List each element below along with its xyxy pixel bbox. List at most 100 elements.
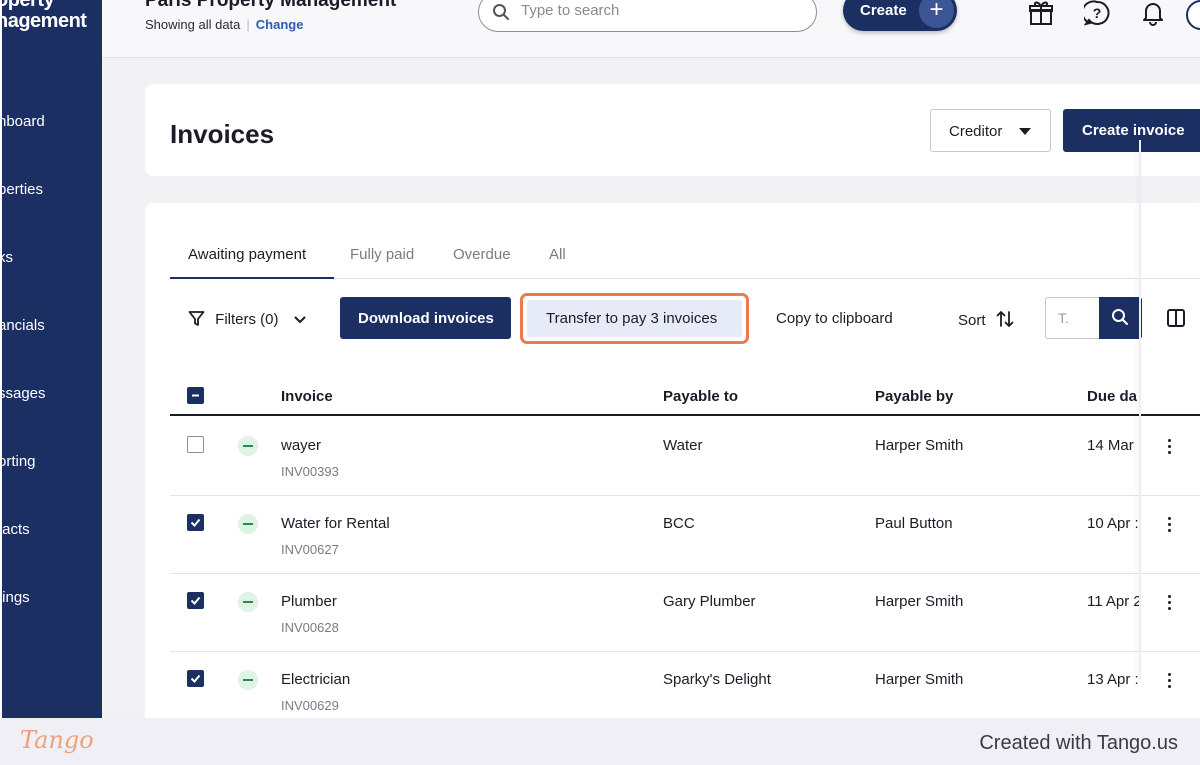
table-row[interactable]: wayer INV00393 Water Harper Smith 14 Mar [170, 418, 1200, 496]
global-search[interactable] [478, 0, 817, 32]
sidebar-item-dashboard[interactable]: hboard [2, 113, 45, 130]
table-row[interactable]: Water for Rental INV00627 BCC Paul Butto… [170, 496, 1200, 574]
payable-to: Water [663, 437, 703, 454]
active-tab-indicator [170, 277, 334, 279]
columns-icon[interactable] [1166, 308, 1186, 328]
main-area: Paris Property Management Showing all da… [102, 0, 1200, 718]
avatar[interactable] [1186, 0, 1200, 30]
tab-fully-paid[interactable]: Fully paid [350, 246, 414, 263]
copy-to-clipboard-button[interactable]: Copy to clipboard [776, 310, 893, 327]
due-date: 13 Apr : [1087, 671, 1139, 688]
page-title: Invoices [170, 119, 275, 149]
chevron-down-icon [294, 316, 306, 324]
select-all-checkbox[interactable] [187, 387, 204, 404]
transfer-label: Transfer to pay 3 invoices [546, 310, 718, 327]
change-link[interactable]: Change [256, 17, 304, 32]
status-icon [238, 592, 258, 612]
sort-icon [996, 311, 1014, 327]
sidebar: operty nagement hboard perties ks ancial… [2, 0, 102, 718]
invoice-id: INV00627 [281, 542, 339, 557]
sidebar-item-messages[interactable]: ssages [2, 385, 46, 402]
invoice-name[interactable]: Plumber [281, 593, 337, 610]
svg-text:?: ? [1093, 5, 1102, 21]
due-date: 11 Apr 2 [1087, 593, 1142, 610]
payable-by: Harper Smith [875, 437, 964, 454]
showing-text: Showing all data [145, 17, 241, 32]
transfer-to-pay-button[interactable]: Transfer to pay 3 invoices [520, 293, 749, 344]
column-payable-to[interactable]: Payable to [663, 388, 738, 405]
due-date: 14 Mar [1087, 437, 1134, 454]
payable-to: Sparky's Delight [663, 671, 771, 688]
gift-icon[interactable] [1028, 0, 1054, 26]
row-checkbox[interactable] [187, 436, 204, 453]
invoice-id: INV00628 [281, 620, 339, 635]
invoice-name[interactable]: Water for Rental [281, 515, 390, 532]
tab-overdue[interactable]: Overdue [453, 246, 511, 263]
filters-button[interactable]: Filters (0) [188, 310, 307, 328]
top-bar: Paris Property Management Showing all da… [102, 0, 1200, 58]
due-date: 10 Apr : [1087, 515, 1139, 532]
invoice-name[interactable]: Electrician [281, 671, 350, 688]
check-icon [190, 518, 201, 527]
search-icon [493, 4, 509, 20]
bell-icon[interactable] [1140, 0, 1166, 26]
invoice-id: INV00393 [281, 464, 339, 479]
row-menu-icon[interactable] [1168, 673, 1172, 691]
sort-label: Sort [958, 312, 986, 329]
created-with-text: Created with Tango.us [979, 732, 1178, 754]
download-invoices-button[interactable]: Download invoices [340, 297, 511, 339]
row-menu-icon[interactable] [1168, 595, 1172, 613]
status-icon [238, 670, 258, 690]
check-icon [190, 674, 201, 683]
search-input[interactable] [521, 2, 791, 19]
filter-icon [188, 311, 205, 326]
table-row[interactable]: Plumber INV00628 Gary Plumber Harper Smi… [170, 574, 1200, 652]
row-menu-icon[interactable] [1168, 517, 1172, 535]
sidebar-item-properties[interactable]: perties [2, 181, 43, 198]
transfer-button-fill: Transfer to pay 3 invoices [527, 300, 742, 337]
sidebar-item-reporting[interactable]: orting [2, 453, 36, 470]
filters-label: Filters (0) [215, 311, 279, 328]
minus-icon [192, 394, 199, 397]
table-search-button[interactable] [1099, 297, 1142, 339]
column-invoice[interactable]: Invoice [281, 388, 333, 405]
brand-line-2: nagement [2, 10, 87, 32]
row-menu-icon[interactable] [1168, 439, 1172, 457]
brand-logo[interactable]: operty nagement [2, 0, 87, 32]
row-checkbox[interactable] [187, 592, 204, 609]
org-name: Paris Property Management [145, 0, 397, 11]
sidebar-item-financials[interactable]: ancials [2, 317, 45, 334]
status-icon [238, 436, 258, 456]
invoices-card: Awaiting payment Fully paid Overdue All … [145, 203, 1200, 718]
invoice-toolbar: Filters (0) Download invoices Transfer t… [145, 293, 1200, 344]
create-label: Create [860, 2, 907, 19]
invoice-id: INV00629 [281, 698, 339, 713]
payable-by: Paul Button [875, 515, 953, 532]
payable-by: Harper Smith [875, 593, 964, 610]
caret-down-icon [1019, 128, 1031, 135]
status-icon [238, 514, 258, 534]
sidebar-item-settings[interactable]: tings [2, 589, 30, 606]
create-button[interactable]: Create + [843, 0, 957, 31]
download-label: Download invoices [358, 310, 494, 327]
tab-all[interactable]: All [549, 246, 566, 263]
invoice-name[interactable]: wayer [281, 437, 321, 454]
column-due-date[interactable]: Due da [1087, 388, 1137, 405]
column-payable-by[interactable]: Payable by [875, 388, 953, 405]
table-row[interactable]: Electrician INV00629 Sparky's Delight Ha… [170, 652, 1200, 718]
row-checkbox[interactable] [187, 670, 204, 687]
tango-logo: Tango [20, 726, 94, 754]
row-checkbox[interactable] [187, 514, 204, 531]
create-invoice-label: Create invoice [1082, 122, 1185, 139]
sidebar-item-tasks[interactable]: ks [2, 249, 13, 266]
sidebar-item-contacts[interactable]: tacts [2, 521, 30, 538]
tab-awaiting-payment[interactable]: Awaiting payment [188, 246, 306, 263]
check-icon [190, 596, 201, 605]
table-search-input[interactable] [1058, 310, 1088, 326]
table-search[interactable] [1045, 297, 1142, 339]
sort-button[interactable]: Sort [958, 310, 1014, 329]
creditor-dropdown[interactable]: Creditor [930, 109, 1051, 152]
help-icon[interactable]: ? [1084, 0, 1110, 26]
create-invoice-button[interactable]: Create invoice [1063, 109, 1200, 152]
tango-footer: Tango Created with Tango.us [0, 718, 1200, 765]
